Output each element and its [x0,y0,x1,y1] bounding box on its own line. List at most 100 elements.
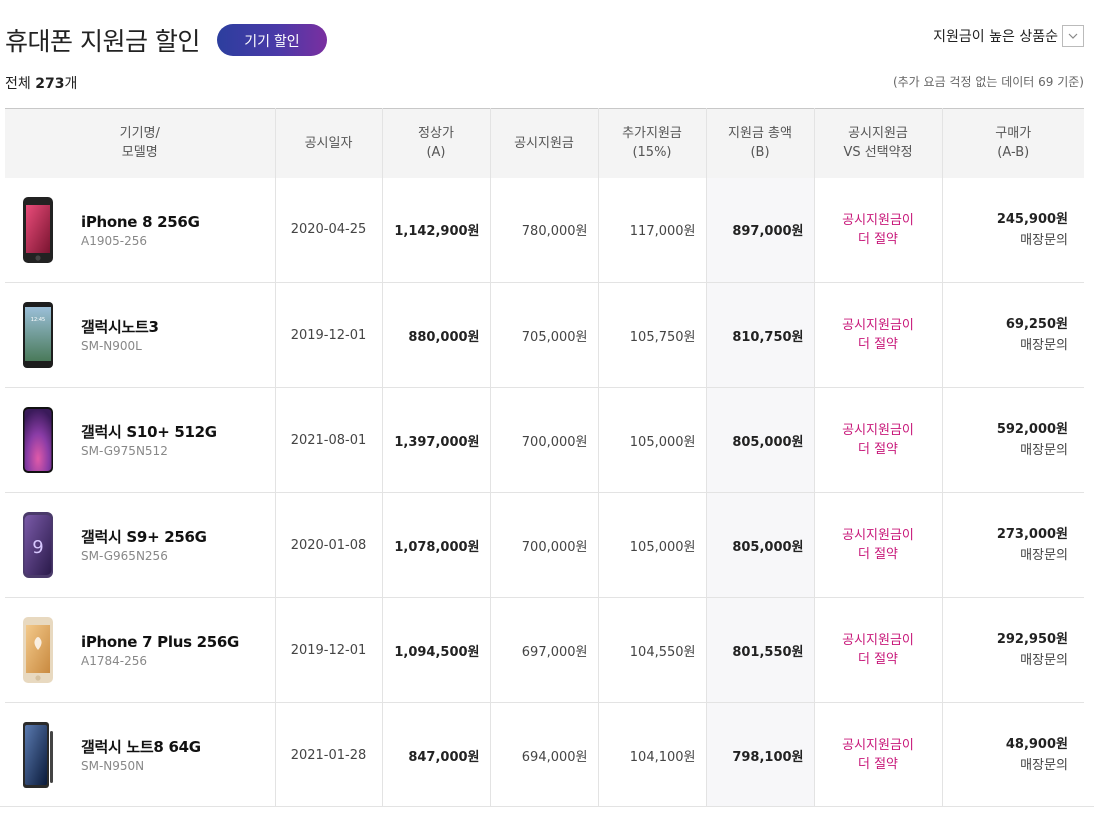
purchase-price: 292,950원 [996,632,1068,647]
announce-date: 2020-01-08 [274,492,382,598]
phone-image: 12:45 [22,301,54,369]
purchase-price: 245,900원 [996,211,1068,227]
regular-price: 1,094,500원 [381,597,490,703]
store-inquiry-link[interactable]: 매장문의 [943,650,1068,671]
device-name[interactable]: 갤럭시 S10+ 512G [81,422,217,442]
device-cell[interactable]: 갤럭시 노트8 64G SM-N950N [5,703,275,808]
model-code: SM-N950N [81,759,145,773]
subsidy-total: 805,000원 [705,387,814,493]
model-code: SM-G975N512 [81,444,168,458]
chevron-down-icon [1068,33,1078,39]
device-name[interactable]: 갤럭시노트3 [81,317,159,337]
announce-date: 2019-12-01 [274,597,382,703]
total-count-number: 273 [35,76,65,92]
subsidy-comparison: 공시지원금이 더 절약 [813,492,942,598]
store-inquiry-link[interactable]: 매장문의 [943,440,1068,461]
purchase-price-cell: 273,000원매장문의 [941,492,1084,598]
model-code: A1905-256 [81,233,147,248]
device-name[interactable]: 갤럭시 노트8 64G [81,737,201,757]
subsidy-total: 801,550원 [705,597,814,703]
subsidy-comparison: 공시지원금이 더 절약 [813,282,942,388]
subsidy-comparison: 공시지원금이 더 절약 [813,597,942,703]
column-header: 공시지원금 [489,108,598,178]
total-count: 전체 273개 [5,76,78,92]
plan-note: (추가 요금 걱정 없는 데이터 69 기준) [892,75,1084,89]
public-subsidy: 697,000원 [489,597,598,703]
device-cell[interactable]: iPhone 8 256G A1905-256 [5,178,275,283]
device-name[interactable]: iPhone 7 Plus 256G [81,632,239,652]
device-cell[interactable]: 12:45 갤럭시노트3 SM-N900L [5,283,275,388]
model-code: SM-N900L [81,339,142,353]
subsidy-comparison: 공시지원금이 더 절약 [813,702,942,808]
regular-price: 1,142,900원 [381,177,490,283]
model-code: A1784-256 [81,654,147,668]
public-subsidy: 700,000원 [489,387,598,493]
regular-price: 1,397,000원 [381,387,490,493]
table-row[interactable]: 9 갤럭시 S9+ 256G SM-G965N256 2020-01-08 1,078,… [5,492,1084,598]
extra-subsidy: 105,000원 [597,492,706,598]
public-subsidy: 694,000원 [489,702,598,808]
table-row[interactable]: 갤럭시 노트8 64G SM-N950N 2021-01-28 847,000원 694… [5,702,1084,808]
purchase-price-cell: 69,250원매장문의 [941,282,1084,388]
column-header: 지원금 총액 (B) [705,108,814,178]
purchase-price: 48,900원 [1005,737,1068,752]
extra-subsidy: 105,750원 [597,282,706,388]
svg-text:9: 9 [32,537,43,558]
subsidy-total: 810,750원 [705,282,814,388]
store-inquiry-link[interactable]: 매장문의 [943,545,1068,566]
phone-image [22,406,54,474]
purchase-price: 592,000원 [996,422,1068,437]
extra-subsidy: 105,000원 [597,387,706,493]
column-header: 공시일자 [274,108,382,178]
purchase-price-cell: 245,900원매장문의 [941,177,1084,283]
store-inquiry-link[interactable]: 매장문의 [943,755,1068,776]
regular-price: 847,000원 [381,702,490,808]
subsidy-total: 805,000원 [705,492,814,598]
subsidy-total: 897,000원 [705,177,814,283]
phone-image [22,721,54,789]
device-name[interactable]: 갤럭시 S9+ 256G [81,527,207,547]
column-header: 정상가 (A) [381,108,490,178]
announce-date: 2019-12-01 [274,282,382,388]
table-row[interactable]: 12:45 갤럭시노트3 SM-N900L 2019-12-01 880,000원 705… [5,282,1084,388]
extra-subsidy: 117,000원 [597,177,706,283]
public-subsidy: 705,000원 [489,282,598,388]
device-cell[interactable]: 9 갤럭시 S9+ 256G SM-G965N256 [5,493,275,598]
extra-subsidy: 104,100원 [597,702,706,808]
table-row[interactable]: iPhone 7 Plus 256G A1784-256 2019-12-01 1,0… [5,597,1084,703]
purchase-price-cell: 48,900원매장문의 [941,702,1084,808]
phone-image [22,616,54,684]
column-header: 구매가 (A-B) [941,108,1084,178]
device-name[interactable]: iPhone 8 256G [81,212,200,232]
sort-dropdown[interactable]: 지원금이 높은 상품순 [933,24,1084,48]
device-cell[interactable]: iPhone 7 Plus 256G A1784-256 [5,598,275,703]
extra-subsidy: 104,550원 [597,597,706,703]
store-inquiry-link[interactable]: 매장문의 [943,230,1068,251]
column-header: 공시지원금 VS 선택약정 [813,108,942,178]
table-row[interactable]: iPhone 8 256G A1905-256 2020-04-25 1,142,90… [5,177,1084,283]
announce-date: 2021-01-28 [274,702,382,808]
phone-image: 9 [22,511,54,579]
table-row[interactable]: 갤럭시 S10+ 512G SM-G975N512 2021-08-01 1,397,… [5,387,1084,493]
column-header: 기기명/모델명 [119,126,160,161]
regular-price: 1,078,000원 [381,492,490,598]
page-header: 휴대폰 지원금 할인 기기 할인 지원금이 높은 상품순 전체 273개 (추가… [0,0,1094,108]
table-header: 기기명/모델명 공시일자 정상가 (A) 공시지원금 추가지원금 (15%) 지원금 총액 (B… [5,108,1084,178]
purchase-price-cell: 292,950원매장문의 [941,597,1084,703]
subsidy-table: 기기명/모델명 공시일자 정상가 (A) 공시지원금 추가지원금 (15%) 지원금 총액 (B… [5,108,1084,808]
phone-image [22,196,54,264]
model-code: SM-G965N256 [81,549,168,563]
subsidy-total: 798,100원 [705,702,814,808]
svg-text:12:45: 12:45 [31,317,45,323]
device-discount-button[interactable]: 기기 할인 [217,24,327,56]
purchase-price-cell: 592,000원매장문의 [941,387,1084,493]
page-title: 휴대폰 지원금 할인 [5,27,200,56]
device-cell[interactable]: 갤럭시 S10+ 512G SM-G975N512 [5,388,275,493]
purchase-price: 273,000원 [996,527,1068,542]
purchase-price: 69,250원 [1005,317,1068,332]
regular-price: 880,000원 [381,282,490,388]
store-inquiry-link[interactable]: 매장문의 [943,335,1068,356]
public-subsidy: 780,000원 [489,177,598,283]
sort-toggle-button[interactable] [1062,25,1084,47]
announce-date: 2020-04-25 [274,177,382,283]
